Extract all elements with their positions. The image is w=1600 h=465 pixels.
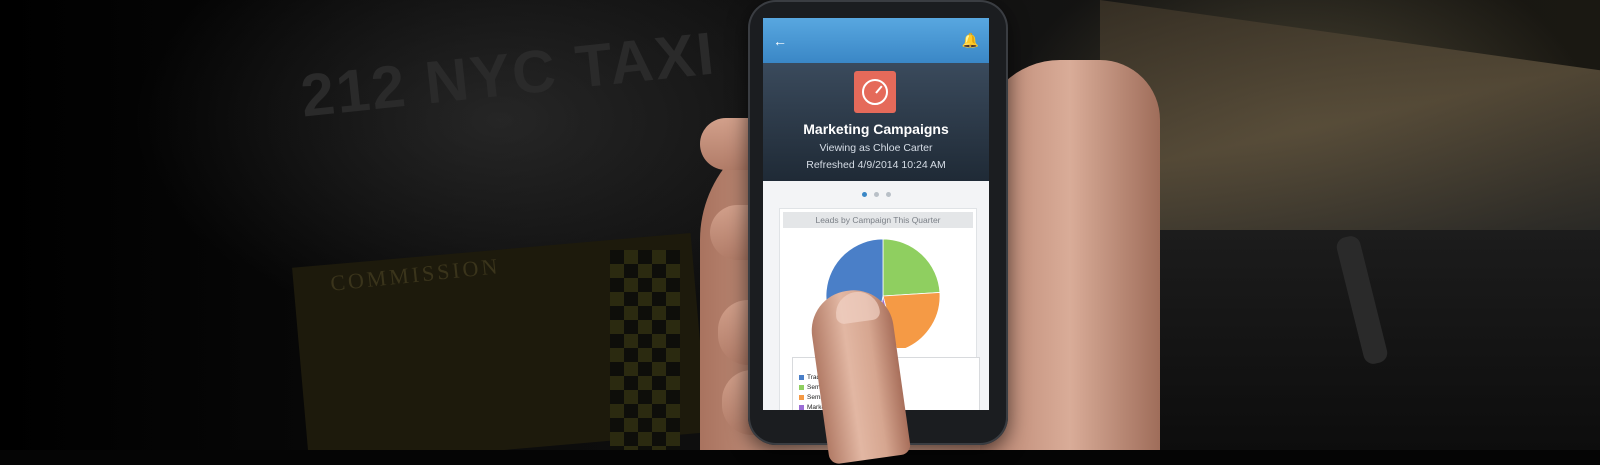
legend-swatch (799, 394, 804, 400)
speedometer-icon (854, 71, 896, 113)
back-arrow-icon[interactable]: ← (773, 33, 787, 49)
page-dot[interactable] (873, 191, 879, 197)
page-dot[interactable] (885, 191, 891, 197)
page-indicator (763, 181, 989, 207)
legend-swatch (799, 404, 804, 410)
legend-swatch (799, 384, 804, 390)
chart-title: Leads by Campaign This Quarter (783, 212, 973, 228)
taxi-partition-text: 212 NYC TAXI (297, 19, 719, 130)
bell-icon[interactable]: 🔔 (962, 32, 979, 49)
legend-swatch (799, 374, 804, 380)
viewing-as-text: Viewing as Chloe Carter (819, 142, 933, 154)
pie-slice[interactable] (882, 238, 941, 297)
page-title: Marketing Campaigns (803, 121, 949, 137)
refreshed-timestamp: Refreshed 4/9/2014 10:24 AM (806, 159, 946, 171)
checker-pattern (610, 250, 680, 450)
dashboard-header: Marketing Campaigns Viewing as Chloe Car… (763, 63, 989, 181)
page-dot[interactable] (861, 191, 867, 197)
app-topbar: ← 🔔 (763, 18, 989, 63)
